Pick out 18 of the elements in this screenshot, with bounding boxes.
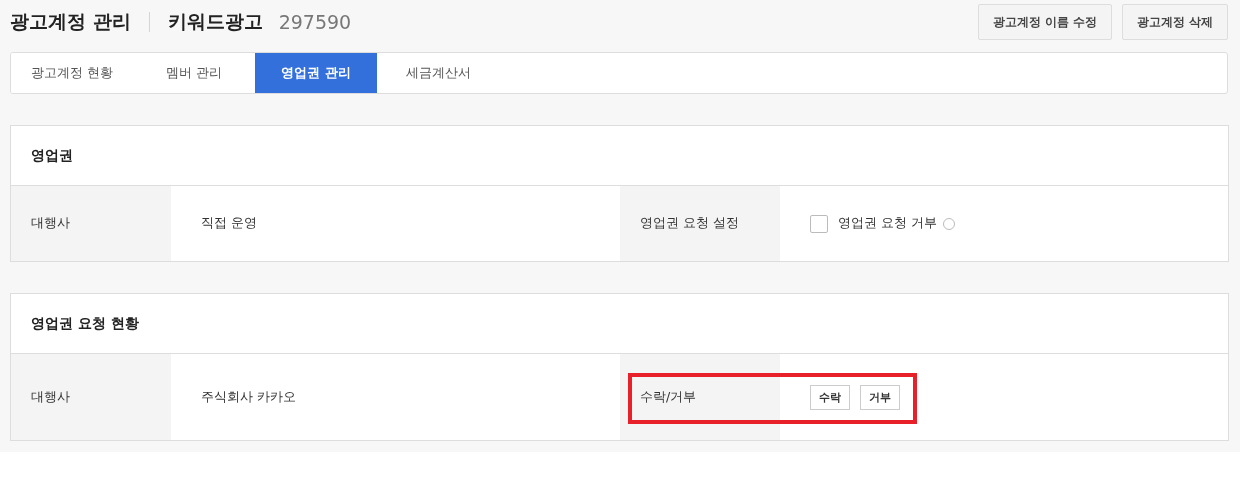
account-id: 297590 (278, 11, 352, 33)
tab[interactable]: 영업권 관리 (255, 53, 377, 93)
header-button[interactable]: 광고계정 이름 수정 (977, 4, 1112, 40)
row-label: 영업권 요청 설정 (620, 186, 780, 261)
row-label: 대행사 (11, 354, 171, 440)
checkbox-label: 영업권 요청 거부 (838, 215, 937, 232)
action-button[interactable]: 거부 (860, 384, 900, 410)
account-type: 키워드광고 (167, 9, 263, 34)
row-label: 대행사 (11, 186, 171, 261)
header-button[interactable]: 광고계정 삭제 (1122, 4, 1228, 40)
row-value: 직접 운영 (200, 214, 258, 232)
section-title: 영업권 (31, 146, 73, 165)
row-value: 주식회사 카카오 (200, 387, 297, 406)
action-button[interactable]: 수락 (810, 384, 850, 410)
row-label: 수락/거부 (620, 354, 780, 440)
page-title: 광고계정 관리 (10, 9, 131, 34)
section-title: 영업권 요청 현황 (31, 314, 139, 333)
checkbox[interactable] (810, 214, 828, 233)
